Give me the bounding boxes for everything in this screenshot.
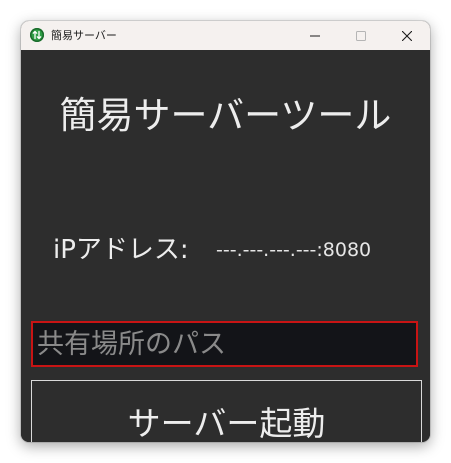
minimize-icon — [310, 35, 320, 36]
share-path-input[interactable] — [31, 321, 418, 367]
maximize-icon — [356, 30, 366, 41]
close-icon — [402, 30, 412, 41]
title-bar[interactable]: 簡易サーバー — [21, 21, 430, 50]
ip-address-label: iPアドレス: — [53, 235, 189, 265]
page-title: 簡易サーバーツール — [59, 94, 392, 137]
ip-address-value: ---.---.---.---:8080 — [216, 239, 372, 261]
app-window: 簡易サーバー 簡易サーバーツール iPアドレス: ---.---.---.---… — [21, 21, 430, 442]
window-title: 簡易サーバー — [51, 29, 117, 42]
minimize-button[interactable] — [292, 21, 338, 50]
client-area: 簡易サーバーツール iPアドレス: ---.---.---.---:8080 サ… — [21, 50, 430, 442]
close-button[interactable] — [384, 21, 430, 50]
start-server-button[interactable]: サーバー起動 — [31, 380, 422, 442]
app-icon — [30, 28, 44, 42]
maximize-button[interactable] — [338, 21, 384, 50]
